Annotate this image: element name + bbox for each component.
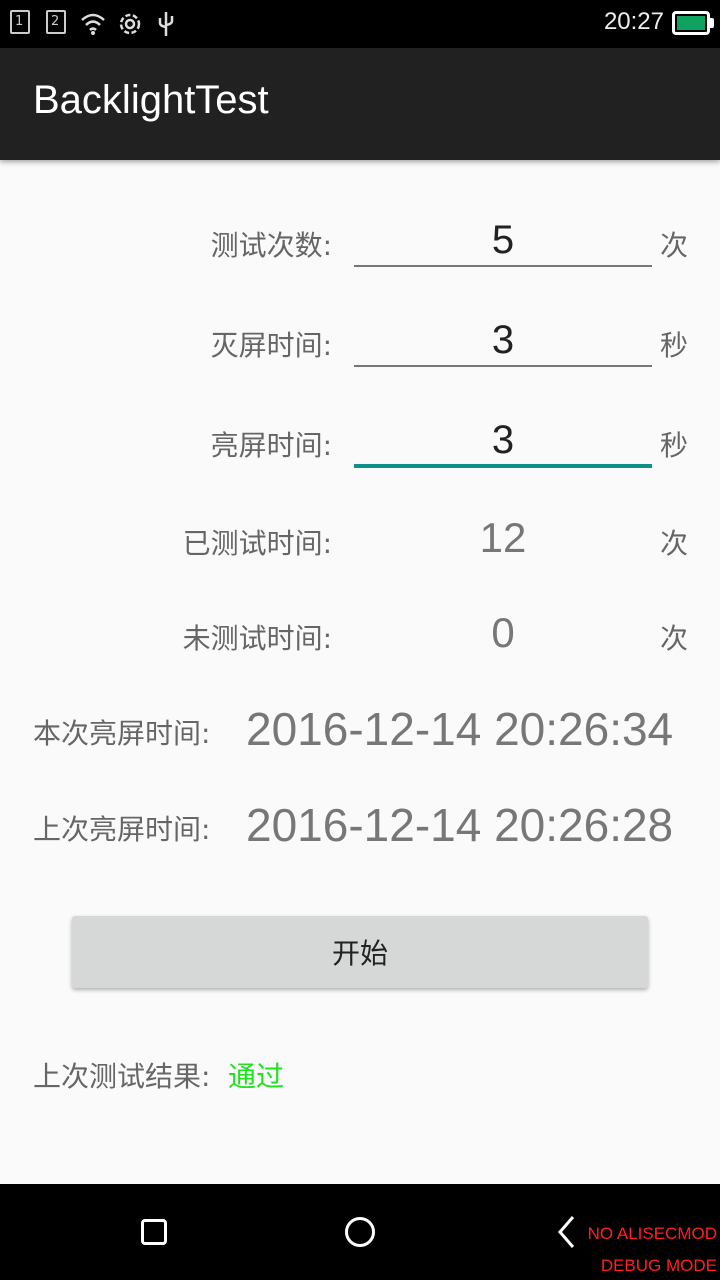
battery-tip bbox=[710, 18, 714, 28]
tested-unit: 次 bbox=[660, 527, 689, 560]
test-count-label: 测试次数: bbox=[210, 229, 332, 262]
screen-off-time-label: 灭屏时间: bbox=[210, 329, 332, 362]
screen-on-time-label: 亮屏时间: bbox=[210, 429, 332, 462]
current-on-time-value: 2016-12-14 20:26:34 bbox=[246, 703, 674, 755]
screen-off-time-unit: 秒 bbox=[660, 329, 689, 362]
start-button[interactable]: 开始 bbox=[72, 916, 648, 988]
app-bar: BacklightTest bbox=[0, 48, 720, 160]
test-count-input[interactable]: 5 bbox=[354, 218, 652, 263]
test-count-unit: 次 bbox=[660, 229, 689, 262]
last-result-value: 通过 bbox=[228, 1060, 285, 1093]
tested-label: 已测试时间: bbox=[182, 527, 332, 560]
usb-icon bbox=[158, 12, 174, 36]
debug-line-1: NO ALISECMOD bbox=[587, 1224, 717, 1243]
debug-line-2: DEBUG MODE bbox=[600, 1256, 717, 1275]
recents-icon[interactable] bbox=[141, 1219, 167, 1245]
test-count-underline bbox=[354, 265, 652, 267]
screen-on-time-input[interactable]: 3 bbox=[354, 418, 652, 463]
untested-value: 0 bbox=[491, 609, 515, 656]
previous-on-time-label: 上次亮屏时间: bbox=[33, 813, 211, 846]
screen-off-time-input[interactable]: 3 bbox=[354, 318, 652, 363]
status-clock: 20:27 bbox=[603, 8, 664, 35]
previous-on-time-value: 2016-12-14 20:26:28 bbox=[246, 799, 674, 851]
untested-unit: 次 bbox=[660, 622, 689, 655]
app-title: BacklightTest bbox=[33, 78, 269, 122]
battery-icon bbox=[672, 11, 710, 35]
last-result-label: 上次测试结果: bbox=[33, 1060, 211, 1093]
back-icon[interactable] bbox=[556, 1214, 576, 1250]
screen-on-time-underline bbox=[354, 464, 652, 468]
screen-on-time-unit: 秒 bbox=[660, 429, 689, 462]
sim1-icon: 1 bbox=[10, 10, 30, 34]
settings-icon bbox=[119, 13, 141, 35]
navigation-bar: NO ALISECMOD DEBUG MODE bbox=[0, 1184, 720, 1280]
untested-label: 未测试时间: bbox=[182, 622, 332, 655]
screen-off-time-underline bbox=[354, 365, 652, 367]
tested-value: 12 bbox=[479, 514, 527, 561]
current-on-time-label: 本次亮屏时间: bbox=[33, 717, 211, 750]
home-icon[interactable] bbox=[345, 1217, 375, 1247]
sim2-icon: 2 bbox=[46, 10, 66, 34]
wifi-icon bbox=[81, 13, 105, 35]
status-bar: 1 2 20:27 bbox=[0, 0, 720, 48]
